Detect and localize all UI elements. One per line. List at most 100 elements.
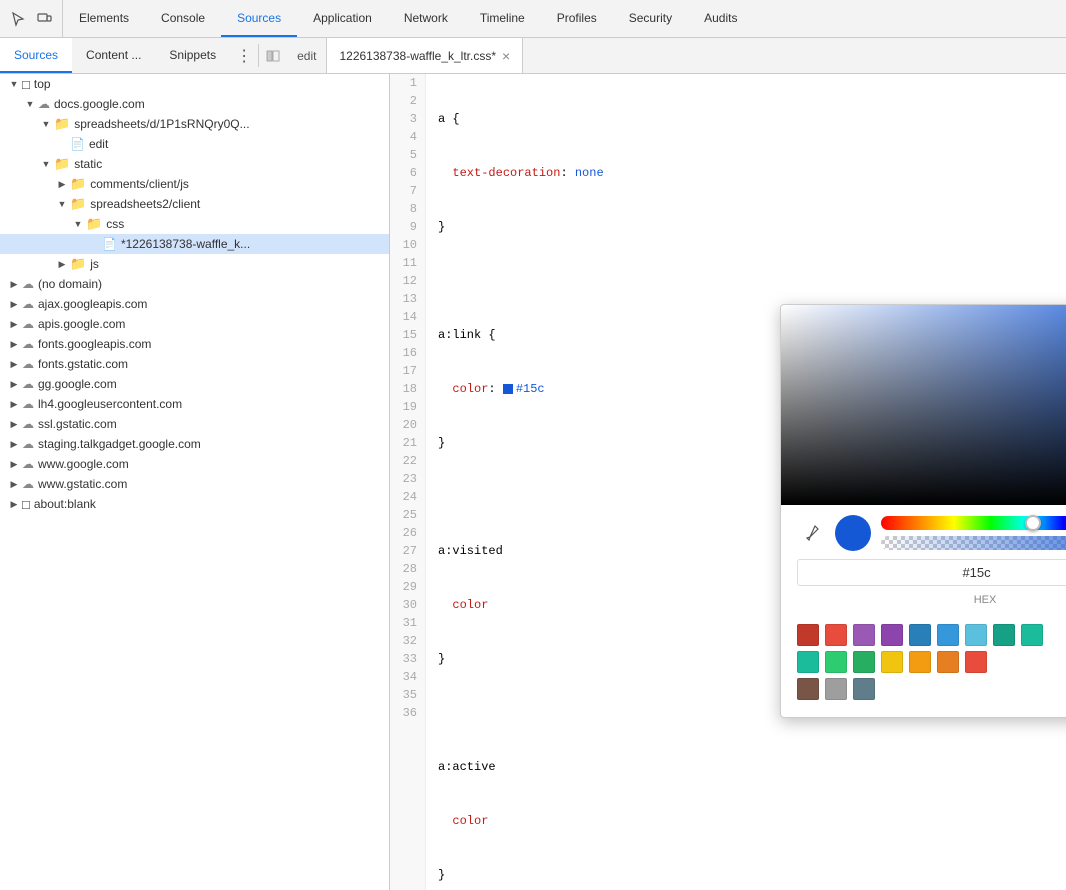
swatch-orange-light[interactable] — [909, 651, 931, 673]
tab-timeline[interactable]: Timeline — [464, 0, 541, 37]
color-picker-popup[interactable]: ▲ ▼ HEX — [780, 304, 1066, 718]
tree-item-fonts-gstatic[interactable]: ☁ fonts.gstatic.com — [0, 354, 389, 374]
domain-icon-ajax: ☁ — [22, 297, 34, 311]
tree-item-www-gstatic[interactable]: ☁ www.gstatic.com — [0, 474, 389, 494]
tree-arrow-css — [72, 218, 84, 230]
tree-item-staging[interactable]: ☁ staging.talkgadget.google.com — [0, 434, 389, 454]
tree-arrow-docs — [24, 98, 36, 110]
tree-item-edit[interactable]: 📄 edit — [0, 134, 389, 154]
swatch-blue-dark[interactable] — [909, 624, 931, 646]
tree-item-apis[interactable]: ☁ apis.google.com — [0, 314, 389, 334]
tree-item-gg[interactable]: ☁ gg.google.com — [0, 374, 389, 394]
sources-sub-tab-snippets[interactable]: Snippets — [155, 38, 230, 73]
file-tree-sidebar: □ top ☁ docs.google.com 📁 spreadsheets/d… — [0, 74, 390, 890]
hex-value-input[interactable] — [797, 559, 1066, 586]
swatch-sky-blue[interactable] — [965, 624, 987, 646]
color-gradient-canvas[interactable] — [781, 305, 1066, 505]
sources-sub-tab-sources[interactable]: Sources — [0, 38, 72, 73]
device-toggle-icon[interactable] — [34, 9, 54, 29]
collapse-sidebar-button[interactable] — [259, 38, 287, 73]
tree-arrow-gg — [8, 378, 20, 390]
tree-label-no-domain: (no domain) — [38, 277, 102, 291]
swatch-green-teal[interactable] — [797, 651, 819, 673]
folder-blue-icon-js: 📁 — [70, 256, 86, 272]
tree-item-www-google[interactable]: ☁ www.google.com — [0, 454, 389, 474]
tree-item-css[interactable]: 📁 css — [0, 214, 389, 234]
tree-item-about-blank[interactable]: □ about:blank — [0, 494, 389, 514]
tree-item-top[interactable]: □ top — [0, 74, 389, 94]
tree-item-waffle-css[interactable]: 📄 *1226138738-waffle_k... — [0, 234, 389, 254]
swatch-green[interactable] — [825, 651, 847, 673]
tree-item-spreadsheets2[interactable]: 📁 spreadsheets2/client — [0, 194, 389, 214]
tree-arrow-comments — [56, 178, 68, 190]
tree-label-fonts-gapi: fonts.googleapis.com — [38, 337, 151, 351]
swatch-red-2[interactable] — [965, 651, 987, 673]
folder-blue-icon-static: 📁 — [54, 156, 70, 172]
swatch-green-dark[interactable] — [853, 651, 875, 673]
tab-network[interactable]: Network — [388, 0, 464, 37]
alpha-gradient-overlay — [881, 536, 1066, 550]
code-editor[interactable]: 12345 678910 1112131415 1617181920 21222… — [390, 74, 1066, 890]
sources-sub-tab-content[interactable]: Content ... — [72, 38, 155, 73]
swatch-blue-gray[interactable] — [853, 678, 875, 700]
tab-elements[interactable]: Elements — [63, 0, 145, 37]
swatch-gray[interactable] — [825, 678, 847, 700]
close-file-tab-button[interactable]: × — [502, 48, 510, 64]
domain-icon-lh4: ☁ — [22, 397, 34, 411]
tree-arrow-lh4 — [8, 398, 20, 410]
tree-label-lh4: lh4.googleusercontent.com — [38, 397, 182, 411]
editor-label: edit — [287, 38, 326, 73]
domain-icon-gg: ☁ — [22, 377, 34, 391]
tab-audits[interactable]: Audits — [688, 0, 753, 37]
swatch-teal-dark[interactable] — [993, 624, 1015, 646]
folder-blue-icon-spreadsheets: 📁 — [54, 116, 70, 132]
swatch-brown[interactable] — [797, 678, 819, 700]
swatch-red[interactable] — [825, 624, 847, 646]
swatch-blue[interactable] — [937, 624, 959, 646]
tree-label-staging: staging.talkgadget.google.com — [38, 437, 201, 451]
tree-item-no-domain[interactable]: ☁ (no domain) — [0, 274, 389, 294]
swatches-row-3 — [797, 678, 1066, 700]
swatch-orange[interactable] — [937, 651, 959, 673]
hue-slider-thumb[interactable] — [1025, 515, 1041, 531]
tree-label-docs: docs.google.com — [54, 97, 145, 111]
alpha-slider[interactable] — [881, 536, 1066, 550]
tree-label-gg: gg.google.com — [38, 377, 117, 391]
tab-profiles[interactable]: Profiles — [541, 0, 613, 37]
picker-controls: ▲ ▼ HEX — [781, 505, 1066, 624]
swatch-red-dark[interactable] — [797, 624, 819, 646]
cursor-icon[interactable] — [8, 9, 28, 29]
tree-item-docs-google[interactable]: ☁ docs.google.com — [0, 94, 389, 114]
tree-label-waffle: *1226138738-waffle_k... — [121, 237, 250, 251]
swatch-teal[interactable] — [1021, 624, 1043, 646]
tree-item-comments[interactable]: 📁 comments/client/js — [0, 174, 389, 194]
more-tabs-button[interactable]: ⋮ — [230, 38, 258, 73]
folder-blue-icon-css: 📁 — [86, 216, 102, 232]
hue-slider[interactable] — [881, 516, 1066, 530]
swatch-purple[interactable] — [853, 624, 875, 646]
swatch-yellow[interactable] — [881, 651, 903, 673]
tree-item-fonts-gapi[interactable]: ☁ fonts.googleapis.com — [0, 334, 389, 354]
swatch-purple-dark[interactable] — [881, 624, 903, 646]
tree-item-static[interactable]: 📁 static — [0, 154, 389, 174]
tree-arrow-www-gstatic — [8, 478, 20, 490]
folder-empty-icon: □ — [22, 77, 30, 92]
tree-arrow-apis — [8, 318, 20, 330]
tree-item-ssl[interactable]: ☁ ssl.gstatic.com — [0, 414, 389, 434]
tree-arrow-spreadsheets — [40, 118, 52, 130]
tree-label-js: js — [90, 257, 99, 271]
tree-item-ajax[interactable]: ☁ ajax.googleapis.com — [0, 294, 389, 314]
tree-item-lh4[interactable]: ☁ lh4.googleusercontent.com — [0, 394, 389, 414]
tab-security[interactable]: Security — [613, 0, 688, 37]
tab-sources[interactable]: Sources — [221, 0, 297, 37]
tree-arrow-ssl — [8, 418, 20, 430]
tab-console[interactable]: Console — [145, 0, 221, 37]
eyedropper-button[interactable] — [797, 519, 825, 547]
tree-arrow-js — [56, 258, 68, 270]
tree-item-js[interactable]: 📁 js — [0, 254, 389, 274]
tab-application[interactable]: Application — [297, 0, 388, 37]
active-file-tab[interactable]: 1226138738-waffle_k_ltr.css* × — [326, 38, 523, 73]
tree-item-spreadsheets[interactable]: 📁 spreadsheets/d/1P1sRNQry0Q... — [0, 114, 389, 134]
tree-label-www-google: www.google.com — [38, 457, 129, 471]
picker-main-row — [797, 515, 1066, 551]
